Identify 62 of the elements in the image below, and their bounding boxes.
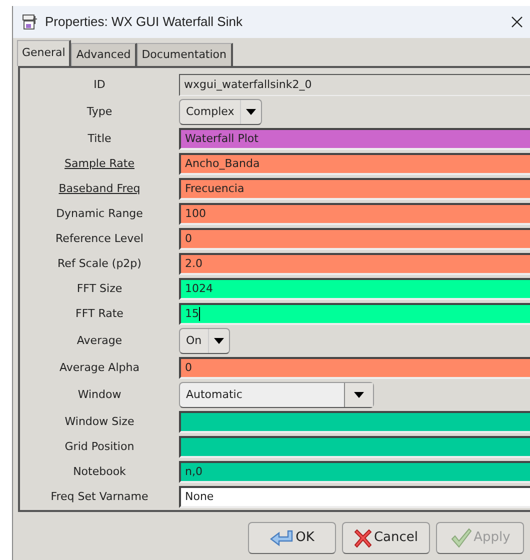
param-label: Title	[88, 130, 112, 147]
param-label: FFT Size	[76, 280, 122, 297]
dropdown-value: Automatic	[185, 386, 244, 403]
param-label: Ref Scale (p2p)	[58, 256, 142, 272]
dialog-button[interactable]: OK	[248, 522, 336, 554]
caret-icon	[212, 337, 225, 345]
input-field[interactable]: 15	[179, 303, 530, 325]
field-value: None	[185, 488, 214, 505]
field-value: 1024	[185, 280, 213, 297]
close-icon	[354, 528, 372, 548]
input-field[interactable]: 100	[179, 203, 530, 225]
app-icon	[21, 13, 39, 31]
dialog-button[interactable]: Cancel	[342, 522, 430, 554]
input-field[interactable]: Waterfall Plot	[179, 128, 530, 150]
input-field[interactable]: n,0	[179, 461, 530, 483]
close-icon[interactable]	[511, 16, 523, 28]
tab[interactable]: Advanced	[71, 43, 137, 66]
field-value: Frecuencia	[185, 180, 244, 197]
param-label: Notebook	[73, 464, 126, 480]
input-field[interactable]: 2.0	[179, 253, 530, 275]
param-label: Window	[78, 386, 122, 403]
input-field[interactable]	[179, 411, 530, 433]
param-label: Sample Rate	[64, 156, 134, 172]
dropdown[interactable]: On	[179, 328, 230, 354]
field-value: 100	[185, 206, 206, 222]
dropdown[interactable]: Automatic	[179, 382, 374, 408]
dropdown[interactable]: Complex	[179, 99, 262, 125]
param-label: Freq Set Varname	[50, 488, 148, 505]
param-label: Window Size	[64, 414, 134, 430]
input-field[interactable]	[179, 436, 530, 458]
field-value: Waterfall Plot	[185, 130, 258, 147]
caret-icon	[245, 108, 258, 116]
input-field[interactable]: 0	[179, 357, 530, 379]
param-label: Reference Level	[56, 230, 144, 247]
caret-icon	[353, 391, 365, 399]
dropdown-value: On	[185, 332, 203, 349]
field-value: 0	[185, 360, 192, 376]
input-field[interactable]: 0	[179, 228, 530, 250]
input-field[interactable]: 1024	[179, 278, 530, 300]
param-label: Average Alpha	[60, 360, 140, 376]
param-label: Grid Position	[64, 438, 134, 455]
param-label: Baseband Freq	[58, 180, 140, 197]
field-value: n,0	[185, 464, 202, 480]
tab[interactable]: Documentation	[136, 43, 233, 66]
input-field[interactable]: Frecuencia	[179, 178, 530, 200]
input-field[interactable]: Ancho_Banda	[179, 153, 530, 175]
param-label: Average	[76, 332, 122, 349]
param-label: ID	[94, 76, 106, 93]
field-value: 0	[185, 230, 192, 247]
param-label: FFT Rate	[76, 306, 124, 322]
check-icon	[450, 528, 472, 548]
id-field[interactable]: wxgui_waterfallsink2_0	[179, 74, 530, 96]
field-value: 15	[185, 306, 199, 322]
field-value: Ancho_Banda	[185, 156, 260, 172]
field-value: 2.0	[185, 256, 202, 272]
input-field[interactable]: None	[179, 486, 530, 508]
window-title: Properties: WX GUI Waterfall Sink	[45, 13, 244, 32]
param-label: Dynamic Range	[56, 206, 143, 222]
param-label: Type	[86, 104, 112, 120]
return-arrow-icon	[270, 529, 294, 547]
tab[interactable]: General	[17, 40, 72, 66]
dropdown-value: Complex	[185, 104, 236, 120]
